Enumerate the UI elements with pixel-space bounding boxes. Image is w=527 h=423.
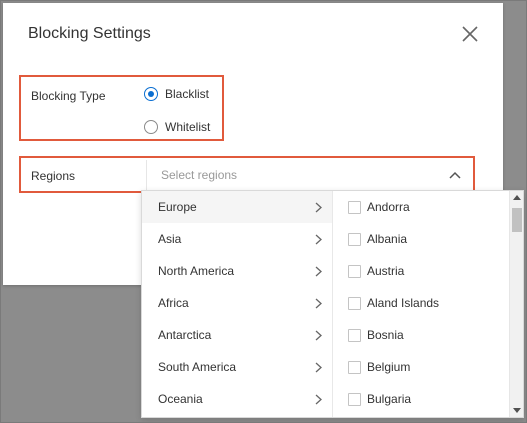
checkbox-icon[interactable] (348, 360, 361, 374)
continent-item-north-america[interactable]: North America (142, 255, 332, 287)
continent-item-africa[interactable]: Africa (142, 287, 332, 319)
whitelist-label: Whitelist (165, 120, 211, 134)
checkbox-icon[interactable] (348, 296, 361, 310)
scrollbar-thumb[interactable] (512, 208, 522, 232)
checkbox-icon[interactable] (348, 392, 361, 406)
chevron-right-icon (315, 394, 322, 404)
country-item-belgium[interactable]: Belgium (333, 351, 523, 383)
continent-item-oceania[interactable]: Oceania (142, 383, 332, 415)
checkbox-icon[interactable] (348, 232, 361, 246)
regions-cascader-dropdown: Europe Asia North America Africa Antarct… (141, 190, 524, 418)
continent-item-antarctica[interactable]: Antarctica (142, 319, 332, 351)
scroll-up-arrow-icon[interactable] (513, 195, 521, 200)
whitelist-radio[interactable]: Whitelist (144, 120, 210, 134)
chevron-right-icon (315, 234, 322, 244)
chevron-right-icon (315, 362, 322, 372)
checkbox-icon[interactable] (348, 264, 361, 278)
chevron-right-icon (315, 298, 322, 308)
chevron-right-icon (315, 266, 322, 276)
regions-label: Regions (31, 169, 76, 183)
country-item-aland-islands[interactable]: Aland Islands (333, 287, 523, 319)
checkbox-icon[interactable] (348, 200, 361, 214)
country-item-bosnia[interactable]: Bosnia (333, 319, 523, 351)
country-item-andorra[interactable]: Andorra (333, 191, 523, 223)
blocking-type-label: Blocking Type (31, 89, 106, 103)
country-item-bulgaria[interactable]: Bulgaria (333, 383, 523, 415)
chevron-right-icon (315, 330, 322, 340)
continent-list: Europe Asia North America Africa Antarct… (142, 191, 333, 417)
radio-checked-icon (144, 87, 158, 101)
blacklist-radio[interactable]: Blacklist (144, 87, 209, 101)
blacklist-label: Blacklist (165, 87, 210, 101)
country-item-austria[interactable]: Austria (333, 255, 523, 287)
continent-item-europe[interactable]: Europe (142, 191, 332, 223)
continent-item-asia[interactable]: Asia (142, 223, 332, 255)
dialog-title: Blocking Settings (28, 25, 151, 42)
close-button[interactable] (459, 23, 481, 45)
country-list-scrollbar[interactable] (509, 191, 523, 417)
chevron-up-icon (449, 171, 461, 179)
checkbox-icon[interactable] (348, 328, 361, 342)
chevron-right-icon (315, 202, 322, 212)
regions-select[interactable]: Select regions (146, 160, 473, 190)
country-item-albania[interactable]: Albania (333, 223, 523, 255)
country-list: Andorra Albania Austria Aland Islands Bo… (333, 191, 523, 417)
radio-unchecked-icon (144, 120, 158, 134)
close-icon (462, 26, 478, 42)
continent-item-south-america[interactable]: South America (142, 351, 332, 383)
regions-placeholder: Select regions (161, 168, 238, 182)
scroll-down-arrow-icon[interactable] (513, 408, 521, 413)
